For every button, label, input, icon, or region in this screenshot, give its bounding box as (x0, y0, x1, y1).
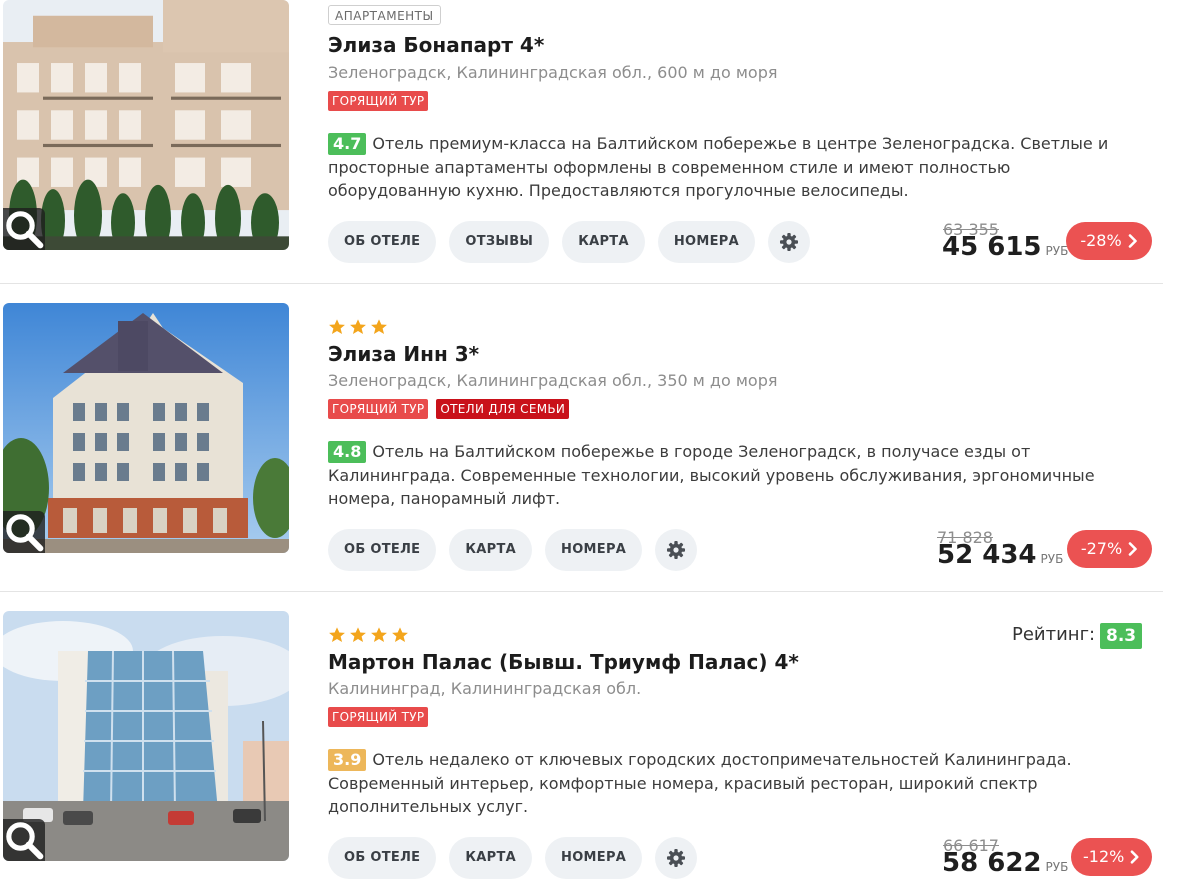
price: 58 622 РУБ (942, 848, 1068, 878)
hotel-photo-image (3, 0, 289, 250)
rooms-button[interactable]: НОМЕРА (657, 221, 755, 263)
chevron-right-icon (1128, 234, 1137, 248)
hotel-name[interactable]: Элиза Бонапарт 4* (328, 33, 544, 57)
price-amount: 52 434 (937, 540, 1037, 570)
price: 52 434 РУБ (937, 540, 1063, 570)
hotel-photo-image (3, 303, 289, 553)
hotel-name[interactable]: Элиза Инн 3* (328, 342, 479, 366)
discount-button[interactable]: -27% (1067, 530, 1152, 568)
hot-tour-tag[interactable]: ГОРЯЩИЙ ТУР (328, 707, 429, 727)
hotel-photo[interactable] (3, 611, 289, 861)
zoom-button[interactable] (3, 511, 45, 553)
discount-label: -27% (1080, 539, 1123, 558)
gear-icon (667, 849, 686, 867)
star-icon (350, 627, 366, 643)
hot-tour-tag[interactable]: ГОРЯЩИЙ ТУР (328, 399, 429, 419)
hotel-location: Калининград, Калининградская обл. (328, 679, 642, 698)
star-icon (371, 627, 387, 643)
map-button[interactable]: КАРТА (449, 529, 533, 571)
review-score-badge: 4.8 (328, 441, 367, 463)
map-button[interactable]: КАРТА (449, 837, 533, 879)
family-hotels-tag[interactable]: ОТЕЛИ ДЛЯ СЕМЬИ (436, 399, 570, 419)
review-score-badge: 3.9 (328, 749, 367, 771)
hotel-photo[interactable] (3, 303, 289, 553)
card-divider (0, 283, 1163, 284)
rooms-button[interactable]: НОМЕРА (545, 529, 643, 571)
action-buttons: ОБ ОТЕЛЕ КАРТА НОМЕРА (328, 837, 698, 879)
star-icon (371, 319, 387, 335)
reviews-button[interactable]: ОТЗЫВЫ (449, 221, 550, 263)
search-icon (6, 211, 44, 249)
hot-tour-tag[interactable]: ГОРЯЩИЙ ТУР (328, 91, 429, 111)
review-score-badge: 4.7 (328, 133, 367, 155)
price-currency: РУБ (1045, 244, 1069, 258)
rating-value-badge: 8.3 (1100, 623, 1143, 649)
description-text: Отель на Балтийском побережье в городе З… (328, 442, 1095, 508)
about-hotel-button[interactable]: ОБ ОТЕЛЕ (328, 221, 437, 263)
hotel-location: Зеленоградск, Калининградская обл., 350 … (328, 371, 778, 390)
hotel-description: 3.9 Отель недалеко от ключевых городских … (328, 748, 1148, 819)
star-icon (392, 627, 408, 643)
star-icon (350, 319, 366, 335)
map-button[interactable]: КАРТА (562, 221, 645, 263)
discount-button[interactable]: -28% (1066, 222, 1152, 260)
action-buttons: ОБ ОТЕЛЕ ОТЗЫВЫ КАРТА НОМЕРА (328, 221, 810, 263)
hotel-description: 4.8 Отель на Балтийском побережье в город… (328, 440, 1148, 511)
tag-list: ГОРЯЩИЙ ТУР (328, 91, 429, 111)
price: 45 615 РУБ (942, 232, 1068, 262)
hotel-location: Зеленоградск, Калининградская обл., 600 … (328, 63, 778, 82)
search-icon (6, 514, 44, 552)
discount-label: -28% (1080, 231, 1122, 250)
price-currency: РУБ (1045, 860, 1069, 874)
gear-icon (667, 541, 686, 559)
hotel-photo[interactable] (3, 0, 289, 250)
gear-icon (779, 233, 798, 251)
action-buttons: ОБ ОТЕЛЕ КАРТА НОМЕРА (328, 529, 698, 571)
settings-button[interactable] (655, 529, 698, 571)
star-rating (328, 318, 388, 338)
star-icon (329, 319, 345, 335)
about-hotel-button[interactable]: ОБ ОТЕЛЕ (328, 837, 437, 879)
star-rating (328, 626, 409, 646)
tag-list: ГОРЯЩИЙ ТУР ОТЕЛИ ДЛЯ СЕМЬИ (328, 399, 570, 419)
rooms-button[interactable]: НОМЕРА (545, 837, 643, 879)
tag-list: ГОРЯЩИЙ ТУР (328, 707, 429, 727)
zoom-button[interactable] (3, 208, 45, 250)
description-text: Отель недалеко от ключевых городских дос… (328, 750, 1072, 816)
property-type-badge: АПАРТАМЕНТЫ (328, 5, 441, 25)
settings-button[interactable] (767, 221, 810, 263)
rating-label: Рейтинг: (1012, 624, 1096, 645)
card-divider (0, 591, 1163, 592)
chevron-right-icon (1131, 850, 1139, 864)
star-icon (329, 627, 345, 643)
price-currency: РУБ (1040, 552, 1064, 566)
search-icon (6, 822, 44, 860)
description-text: Отель премиум-класса на Балтийском побер… (328, 134, 1109, 200)
discount-button[interactable]: -12% (1071, 838, 1152, 876)
hotel-description: 4.7 Отель премиум-класса на Балтийском по… (328, 132, 1148, 203)
discount-label: -12% (1083, 847, 1125, 866)
about-hotel-button[interactable]: ОБ ОТЕЛЕ (328, 529, 437, 571)
chevron-right-icon (1128, 542, 1137, 556)
settings-button[interactable] (655, 837, 698, 879)
hotel-photo-image (3, 611, 289, 861)
zoom-button[interactable] (3, 819, 45, 861)
price-amount: 58 622 (942, 848, 1042, 878)
price-amount: 45 615 (942, 232, 1042, 262)
hotel-name[interactable]: Мартон Палас (Бывш. Триумф Палас) 4* (328, 650, 799, 674)
